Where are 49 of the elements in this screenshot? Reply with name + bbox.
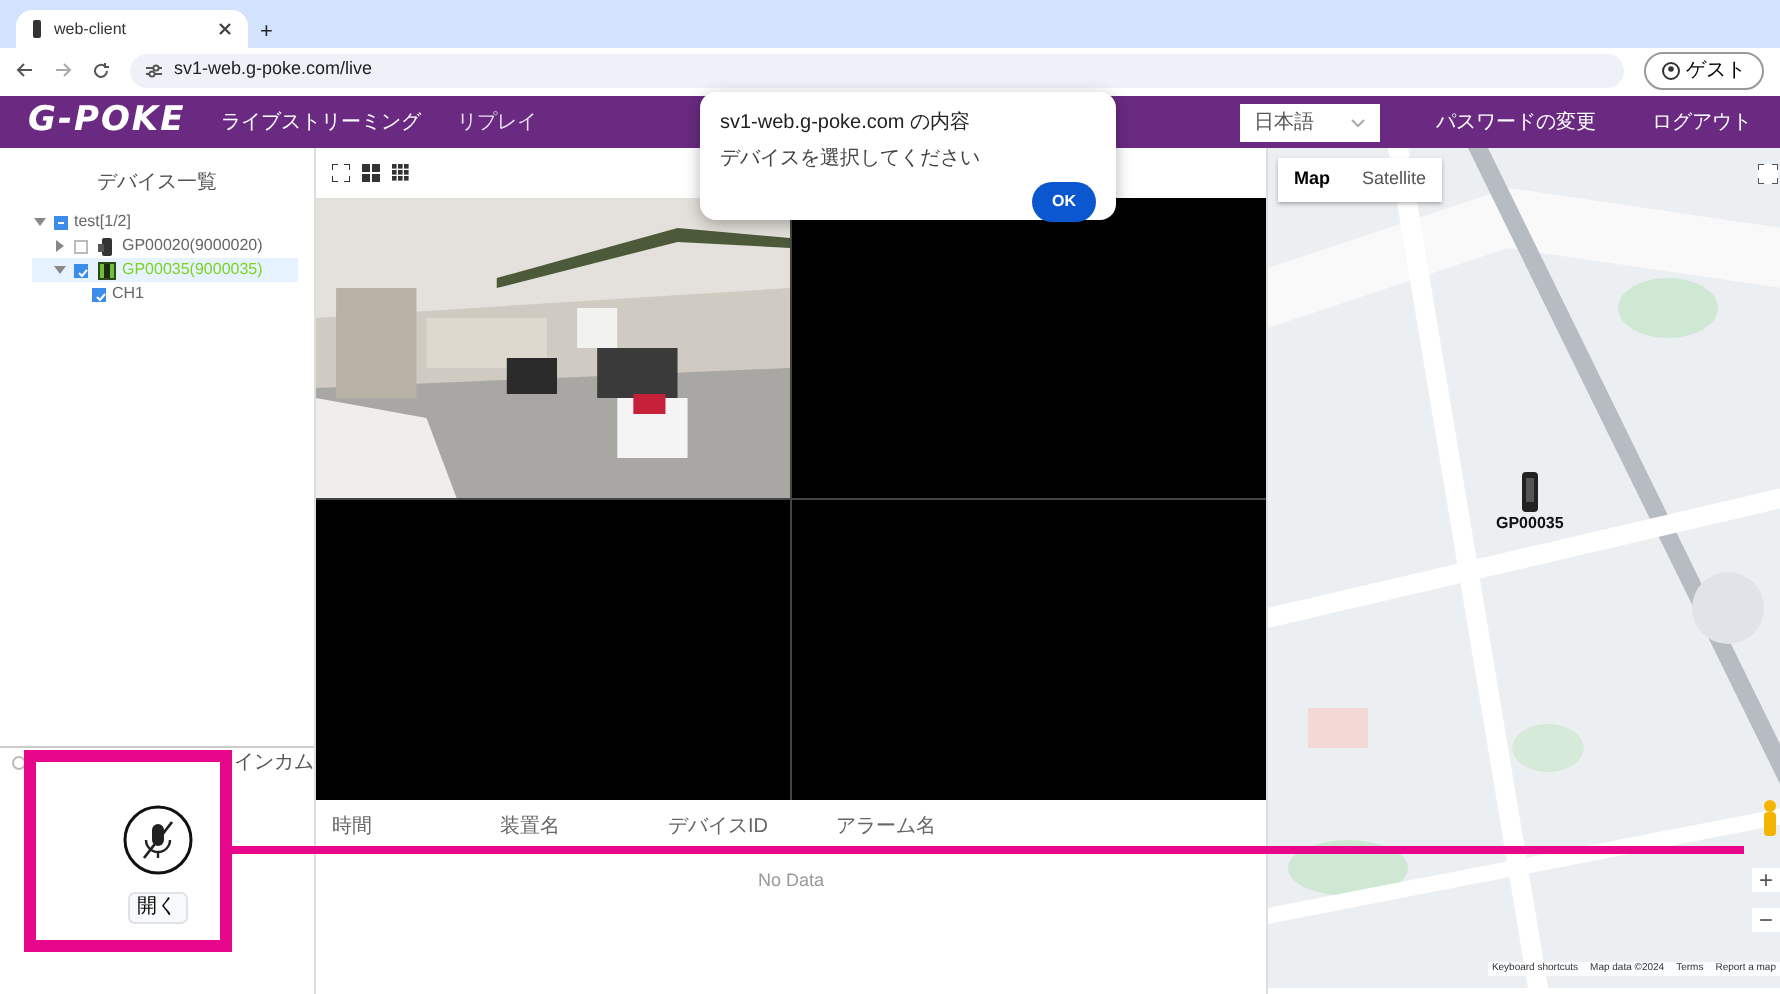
column-header: アラーム名	[836, 814, 938, 842]
tree-item[interactable]: test[1/2]	[32, 210, 298, 234]
ok-button[interactable]: OK	[1032, 182, 1096, 222]
column-header: 時間	[332, 813, 374, 842]
nav-link[interactable]: リプレイ	[457, 107, 538, 137]
open-button[interactable]: 開く	[127, 892, 187, 924]
nav-link[interactable]: ライブストリーミング	[221, 107, 422, 137]
back-icon[interactable]	[16, 62, 34, 78]
caret-icon[interactable]	[34, 216, 46, 228]
checkbox[interactable]	[54, 215, 68, 229]
new-tab-button[interactable]: +	[260, 15, 273, 48]
checkbox[interactable]	[74, 239, 88, 253]
nav-link[interactable]: パスワードの変更	[1436, 107, 1596, 137]
caret-icon[interactable]	[54, 264, 66, 276]
grid-layout-icon[interactable]	[392, 164, 410, 182]
dialog-title: sv1-web.g-poke.com の内容	[720, 109, 973, 138]
reload-icon[interactable]	[92, 61, 110, 79]
fullscreen-icon[interactable]	[1758, 164, 1778, 184]
checkbox[interactable]	[92, 287, 106, 301]
url-text: sv1-web.g-poke.com/live	[174, 56, 373, 83]
device-icon	[32, 20, 42, 38]
tree-item[interactable]: CH1	[32, 282, 298, 306]
map-type-tab[interactable]: Map	[1278, 158, 1346, 201]
empty-message: No Data	[757, 870, 825, 890]
zoom-out-button[interactable]: −	[1752, 908, 1780, 932]
marker-label: GP00035	[1496, 512, 1564, 536]
checkbox[interactable]	[74, 263, 88, 277]
nav-link[interactable]: ログアウト	[1652, 107, 1752, 137]
caret-icon[interactable]	[54, 240, 66, 252]
zoom-in-button[interactable]: +	[1752, 868, 1780, 892]
close-icon[interactable]	[218, 22, 232, 36]
browser-tab[interactable]: web-client	[16, 10, 248, 48]
grid-layout-icon[interactable]	[362, 164, 380, 182]
language-select[interactable]: 日本語	[1240, 103, 1380, 141]
tab-title: web-client	[54, 17, 129, 41]
address-bar[interactable]: sv1-web.g-poke.com/live	[130, 53, 1624, 87]
fullscreen-icon[interactable]	[332, 164, 350, 182]
tree-item[interactable]: GP00020(9000020)	[32, 234, 298, 258]
logo: G-POKE	[28, 98, 186, 145]
map-type-tab[interactable]: Satellite	[1346, 158, 1443, 201]
profile-button[interactable]: ゲスト	[1644, 51, 1764, 89]
chevron-down-icon	[1350, 117, 1366, 127]
microphone-icon[interactable]	[121, 804, 193, 876]
panel-title: デバイス一覧	[95, 170, 219, 198]
dialog-message: デバイスを選択してください	[720, 146, 982, 174]
column-header: デバイスID	[668, 814, 770, 842]
column-header: 装置名	[500, 813, 562, 842]
site-settings-icon[interactable]	[146, 63, 162, 77]
intercom-label: インカム	[234, 749, 314, 777]
